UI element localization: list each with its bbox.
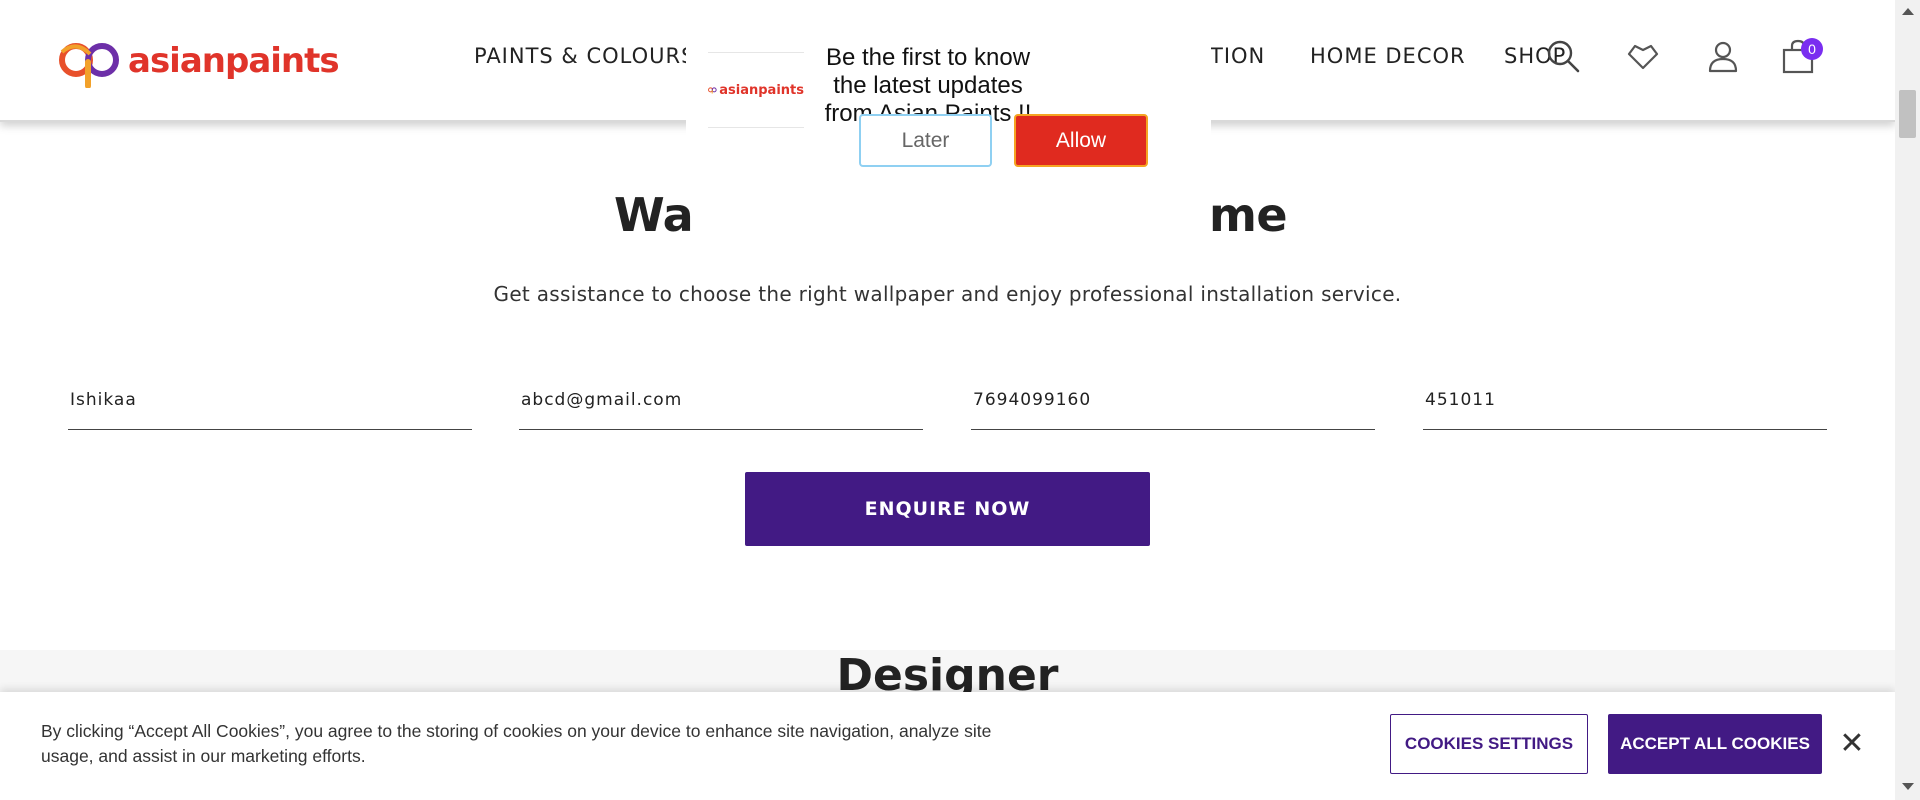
search-icon[interactable] <box>1545 38 1581 74</box>
push-notification-prompt: asianpaints Be the first to know the lat… <box>686 0 1211 180</box>
accept-all-cookies-button[interactable]: ACCEPT ALL COOKIES <box>1608 714 1822 774</box>
enquire-now-button[interactable]: ENQUIRE NOW <box>745 472 1150 546</box>
pincode-field[interactable] <box>1423 380 1827 430</box>
scroll-up-arrow-icon[interactable] <box>1902 8 1914 15</box>
push-prompt-logo-wordmark: asianpaints <box>719 82 804 98</box>
nav-paints-colours[interactable]: PAINTS & COLOURS <box>474 44 695 68</box>
asianpaints-logo-mark-icon <box>59 43 119 88</box>
page-title-left-fragment: Wa <box>614 188 694 242</box>
push-later-button[interactable]: Later <box>859 114 992 167</box>
scrollbar-thumb[interactable] <box>1899 90 1916 138</box>
cookies-settings-button[interactable]: COOKIES SETTINGS <box>1390 714 1588 774</box>
push-prompt-logo: asianpaints <box>708 52 804 128</box>
nav-home-decor[interactable]: HOME DECOR <box>1310 44 1466 68</box>
cart-count-badge: 0 <box>1801 38 1823 60</box>
nav-item-partial[interactable]: TION <box>1210 44 1265 68</box>
push-allow-button[interactable]: Allow <box>1014 114 1148 167</box>
logo-wordmark: asianpaints <box>128 41 340 81</box>
phone-input[interactable] <box>971 380 1375 420</box>
scroll-down-arrow-icon[interactable] <box>1902 783 1914 790</box>
cookie-consent-banner: By clicking “Accept All Cookies”, you ag… <box>0 692 1895 800</box>
page-title-right-fragment: me <box>1209 188 1288 242</box>
email-input[interactable] <box>519 380 923 420</box>
asianpaints-logo-mark-icon <box>708 87 717 94</box>
page-scrollbar[interactable] <box>1895 0 1920 800</box>
cookie-consent-text: By clicking “Accept All Cookies”, you ag… <box>41 721 992 766</box>
user-account-icon[interactable] <box>1705 38 1741 74</box>
name-field[interactable] <box>68 380 472 430</box>
email-field[interactable] <box>519 380 923 430</box>
close-icon[interactable]: ✕ <box>1834 726 1870 762</box>
phone-field[interactable] <box>971 380 1375 430</box>
name-input[interactable] <box>68 380 472 420</box>
pincode-input[interactable] <box>1423 380 1827 420</box>
page-subtitle: Get assistance to choose the right wallp… <box>493 282 1402 306</box>
wishlist-heart-icon[interactable] <box>1625 38 1661 74</box>
asianpaints-logo[interactable]: asianpaints <box>58 34 340 88</box>
